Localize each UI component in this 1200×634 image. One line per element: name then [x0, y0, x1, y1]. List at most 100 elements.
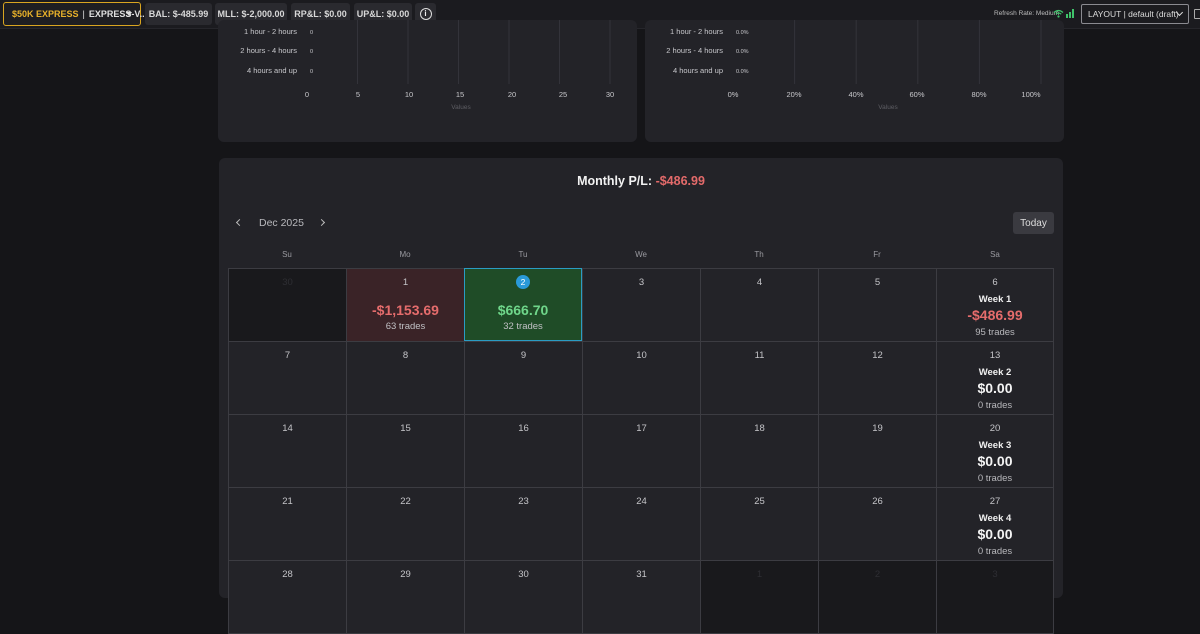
calendar-day[interactable]: 30: [464, 560, 583, 634]
calendar-day[interactable]: 1: [700, 560, 819, 634]
balance-stat[interactable]: BAL: $-485.99: [145, 3, 212, 25]
week-pnl: $0.00: [977, 380, 1013, 396]
week-label: Week 2: [978, 367, 1012, 378]
calendar-day[interactable]: 4: [700, 268, 819, 342]
calendar-day[interactable]: 3: [936, 560, 1054, 634]
calendar-day[interactable]: 26: [818, 487, 937, 561]
calendar-day[interactable]: 5: [818, 268, 937, 342]
week-summary[interactable]: 20 Week 3 $0.00 0 trades: [936, 414, 1054, 488]
current-month: Dec 2025: [259, 217, 304, 229]
calendar-day[interactable]: 24: [582, 487, 701, 561]
calendar-day[interactable]: 22: [346, 487, 465, 561]
today-button[interactable]: Today: [1013, 212, 1054, 234]
day-pnl: $666.70: [497, 302, 549, 318]
calendar-day[interactable]: 12: [818, 341, 937, 415]
week-label: Week 1: [978, 294, 1012, 305]
calendar-day-today[interactable]: 2 $666.70 32 trades: [464, 268, 582, 341]
calendar-day[interactable]: 17: [582, 414, 701, 488]
account-selector[interactable]: $50K EXPRESS | EXPRESS-V...: [3, 2, 147, 26]
day-pnl: -$1,153.69: [372, 302, 439, 318]
calendar-day[interactable]: 28: [228, 560, 347, 634]
duration-percent-chart-card: 1 hour - 2 hours 2 hours - 4 hours 4 hou…: [645, 20, 1064, 142]
data-label: 0: [310, 69, 313, 75]
calendar-day[interactable]: 8: [346, 341, 465, 415]
day-number: 4: [756, 277, 763, 288]
week-summary[interactable]: 27 Week 4 $0.00 0 trades: [936, 487, 1054, 561]
week-summary[interactable]: 6 Week 1 -$486.99 95 trades: [936, 268, 1054, 342]
calendar-day-loss[interactable]: 1 -$1,153.69 63 trades: [346, 268, 465, 342]
calendar-day[interactable]: 30: [228, 268, 347, 342]
calendar-day[interactable]: 31: [582, 560, 701, 634]
prev-month-button[interactable]: [235, 219, 243, 227]
weekday-header: Fr: [873, 250, 881, 259]
tick-label: 5: [356, 90, 360, 99]
day-number: 12: [872, 350, 883, 361]
day-number: 18: [754, 423, 765, 434]
tick-label: 20%: [786, 90, 801, 99]
tick-label: 0%: [728, 90, 739, 99]
calendar-day[interactable]: 21: [228, 487, 347, 561]
weekday-header: We: [635, 250, 647, 259]
calendar-day[interactable]: 23: [464, 487, 583, 561]
weekday-header: Su: [282, 250, 292, 259]
signal-bars-icon: [1066, 9, 1074, 18]
day-number: 2: [874, 569, 881, 580]
day-number: 22: [400, 496, 411, 507]
day-number: 28: [282, 569, 293, 580]
day-number: 19: [872, 423, 883, 434]
data-label: 0: [310, 49, 313, 55]
tick-label: 0: [305, 90, 309, 99]
calendar-day[interactable]: 14: [228, 414, 347, 488]
week-pnl: $0.00: [977, 526, 1013, 542]
category-label: 2 hours - 4 hours: [666, 46, 723, 55]
tick-label: 10: [405, 90, 413, 99]
day-number: 13: [989, 350, 1001, 361]
calendar-day[interactable]: 29: [346, 560, 465, 634]
calendar-day[interactable]: 3: [582, 268, 701, 342]
calendar-day[interactable]: 18: [700, 414, 819, 488]
category-label: 4 hours and up: [247, 66, 297, 75]
duration-percent-chart: 1 hour - 2 hours 2 hours - 4 hours 4 hou…: [666, 20, 1042, 111]
category-label: 1 hour - 2 hours: [244, 27, 297, 36]
tick-label: 25: [559, 90, 567, 99]
day-number: 3: [992, 569, 998, 580]
day-number: 23: [518, 496, 529, 507]
calendar-day[interactable]: 15: [346, 414, 465, 488]
layout-selector[interactable]: LAYOUT | default (draft): [1081, 4, 1189, 24]
calendar-day[interactable]: 25: [700, 487, 819, 561]
x-axis-label: Values: [451, 104, 471, 111]
calendar-day[interactable]: 2: [818, 560, 937, 634]
category-label: 2 hours - 4 hours: [240, 46, 297, 55]
calendar-day[interactable]: 11: [700, 341, 819, 415]
monthly-pnl-value: -$486.99: [655, 174, 705, 188]
weekday-header: Th: [754, 250, 764, 259]
day-number: 21: [282, 496, 293, 507]
day-number: 17: [636, 423, 647, 434]
day-number: 6: [992, 277, 998, 288]
calendar-day[interactable]: 19: [818, 414, 937, 488]
tick-label: 100%: [1021, 90, 1041, 99]
calendar-day[interactable]: 16: [464, 414, 583, 488]
week-trades: 0 trades: [977, 473, 1013, 484]
day-number: 5: [874, 277, 881, 288]
monthly-pnl-label: Monthly P/L:: [577, 174, 653, 188]
day-number: 10: [636, 350, 647, 361]
refresh-rate-label: Refresh Rate: Medium: [994, 10, 1060, 17]
calendar-day[interactable]: 9: [464, 341, 583, 415]
week-summary[interactable]: 13 Week 2 $0.00 0 trades: [936, 341, 1054, 415]
day-trades: 63 trades: [385, 321, 426, 332]
next-month-button[interactable]: [319, 219, 327, 227]
x-axis-label: Values: [878, 104, 898, 111]
account-name: EXPRESS-V...: [88, 9, 148, 19]
clipboard-icon[interactable]: [1194, 9, 1200, 19]
account-separator: |: [82, 9, 85, 19]
day-number: 8: [402, 350, 409, 361]
week-label: Week 3: [978, 440, 1012, 451]
day-number: 7: [284, 350, 291, 361]
day-number: 30: [282, 277, 293, 288]
calendar-day[interactable]: 10: [582, 341, 701, 415]
day-number: 31: [636, 569, 647, 580]
category-label: 1 hour - 2 hours: [670, 27, 723, 36]
calendar-day[interactable]: 7: [228, 341, 347, 415]
data-label: 0.0%: [736, 69, 749, 75]
